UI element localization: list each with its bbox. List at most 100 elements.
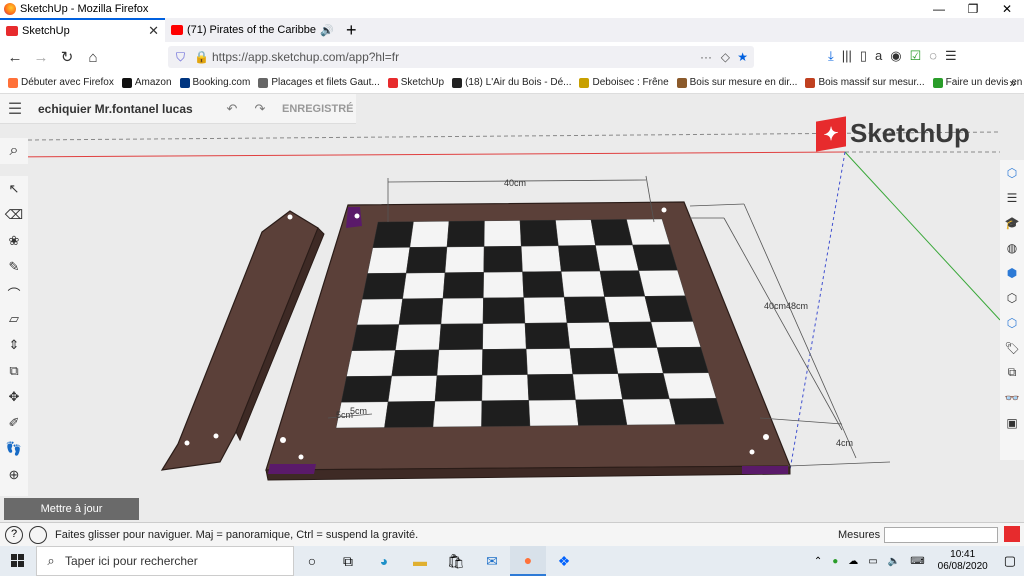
- paint-bucket-tool-icon[interactable]: ❀: [0, 228, 28, 254]
- rectangle-tool-icon[interactable]: ▱: [0, 306, 28, 332]
- dark-square[interactable]: [524, 322, 571, 350]
- outliner-icon[interactable]: ⧉: [1000, 360, 1024, 385]
- menu-icon[interactable]: ☰: [945, 48, 957, 64]
- light-square[interactable]: [638, 270, 686, 297]
- windows-start-icon[interactable]: [0, 554, 36, 568]
- clock[interactable]: 10:41 06/08/2020: [938, 549, 988, 573]
- close-window-button[interactable]: ✕: [990, 0, 1024, 18]
- dark-square[interactable]: [438, 323, 484, 351]
- select-tool-icon[interactable]: ↖: [0, 176, 28, 202]
- page-actions-icon[interactable]: ···: [700, 50, 712, 64]
- pocket-icon[interactable]: ◇: [721, 50, 730, 64]
- model-title[interactable]: echiquier Mr.fontanel lucas: [38, 102, 218, 116]
- light-square[interactable]: [626, 218, 671, 246]
- forward-button[interactable]: →: [28, 49, 54, 66]
- speaker-icon[interactable]: 🔊: [320, 24, 334, 37]
- mail-icon[interactable]: ✉: [474, 546, 510, 576]
- amazon-extension-icon[interactable]: a: [875, 48, 882, 64]
- tray-chevron-icon[interactable]: ⌃: [814, 556, 822, 567]
- redo-icon[interactable]: ↷: [246, 101, 274, 117]
- light-square[interactable]: [613, 347, 664, 374]
- bookmark-item[interactable]: (18) L'Air du Bois - Dé...: [452, 77, 571, 88]
- light-square[interactable]: [483, 220, 522, 247]
- light-square[interactable]: [572, 373, 623, 401]
- light-square[interactable]: [523, 296, 568, 324]
- light-square[interactable]: [521, 245, 562, 273]
- dark-square[interactable]: [569, 347, 619, 375]
- components-icon[interactable]: 🎓: [1000, 210, 1024, 235]
- materials-icon[interactable]: ◍: [1000, 235, 1024, 260]
- light-square[interactable]: [622, 398, 676, 426]
- entity-info-icon[interactable]: ⬡: [1000, 160, 1024, 185]
- move-tool-icon[interactable]: ✥: [0, 384, 28, 410]
- dark-square[interactable]: [527, 373, 576, 401]
- tray-app-icon[interactable]: ●: [832, 556, 838, 567]
- light-square[interactable]: [356, 298, 403, 326]
- measures-input[interactable]: [884, 527, 998, 543]
- download-icon[interactable]: ⤓: [828, 48, 834, 64]
- dark-square[interactable]: [341, 375, 392, 403]
- line-tool-icon[interactable]: ✎: [0, 254, 28, 280]
- light-square[interactable]: [604, 296, 652, 323]
- solid-inspector-icon[interactable]: ▣: [1000, 410, 1024, 435]
- 3d-viewport[interactable]: 40cm 40cm48cm 4cm 5cm 5cm: [0, 94, 1024, 522]
- url-text[interactable]: https://app.sketchup.com/app?hl=fr: [212, 50, 399, 64]
- light-square[interactable]: [481, 374, 529, 401]
- firefox-taskbar-icon[interactable]: ●: [510, 546, 546, 576]
- dark-square[interactable]: [558, 245, 601, 272]
- sidebar-icon[interactable]: ▯: [860, 48, 867, 64]
- dark-square[interactable]: [617, 373, 670, 400]
- dark-square[interactable]: [669, 398, 725, 425]
- light-square[interactable]: [346, 350, 396, 377]
- dark-square[interactable]: [351, 324, 400, 351]
- minimize-button[interactable]: —: [922, 0, 956, 18]
- light-square[interactable]: [526, 348, 573, 375]
- light-square[interactable]: [432, 400, 483, 428]
- light-square[interactable]: [387, 375, 438, 402]
- light-square[interactable]: [528, 399, 579, 427]
- dark-square[interactable]: [522, 271, 565, 298]
- tags-icon[interactable]: 🏷: [1000, 335, 1024, 360]
- bookmark-item[interactable]: SketchUp: [387, 77, 444, 88]
- volume-icon[interactable]: 🔈: [888, 556, 900, 567]
- file-explorer-icon[interactable]: ▬: [402, 546, 438, 576]
- maximize-button[interactable]: ❐: [956, 0, 990, 18]
- eraser-tool-icon[interactable]: ⌫: [0, 202, 28, 228]
- light-square[interactable]: [482, 323, 527, 350]
- push-pull-tool-icon[interactable]: ⇕: [0, 332, 28, 358]
- offset-tool-icon[interactable]: ⧉: [0, 358, 28, 384]
- cortana-icon[interactable]: ○: [294, 546, 330, 576]
- dark-square[interactable]: [632, 244, 678, 271]
- dark-square[interactable]: [575, 399, 628, 426]
- orbit-tool-icon[interactable]: ⊕: [0, 462, 28, 488]
- dark-square[interactable]: [644, 295, 694, 323]
- bookmark-item[interactable]: Débuter avec Firefox: [8, 77, 114, 88]
- light-square[interactable]: [566, 322, 614, 349]
- light-square[interactable]: [595, 244, 640, 272]
- dark-square[interactable]: [434, 374, 483, 402]
- light-square[interactable]: [402, 272, 446, 300]
- dark-square[interactable]: [446, 220, 485, 248]
- light-square[interactable]: [662, 372, 717, 400]
- walk-tool-icon[interactable]: 👣: [0, 436, 28, 462]
- light-square[interactable]: [555, 219, 596, 246]
- light-square[interactable]: [444, 246, 485, 273]
- extension-icon[interactable]: ◌: [929, 48, 937, 64]
- bookmark-item[interactable]: Booking.com: [179, 77, 250, 88]
- dark-square[interactable]: [599, 270, 646, 297]
- check-extension-icon[interactable]: ☑: [910, 48, 922, 64]
- views-icon[interactable]: ⬡: [1000, 285, 1024, 310]
- bookmark-item[interactable]: Deboisec : Frêne: [579, 77, 669, 88]
- light-square[interactable]: [561, 270, 605, 298]
- scenes-icon[interactable]: ⬡: [1000, 310, 1024, 335]
- light-square[interactable]: [436, 349, 483, 376]
- bookmark-item[interactable]: Bois massif sur mesur...: [805, 77, 925, 88]
- dropbox-icon[interactable]: ❖: [546, 546, 582, 576]
- dark-square[interactable]: [482, 348, 528, 376]
- taskbar-search[interactable]: ⌕ Taper ici pour rechercher: [36, 546, 294, 576]
- update-button[interactable]: Mettre à jour: [4, 498, 139, 520]
- dark-square[interactable]: [406, 246, 448, 274]
- dark-square[interactable]: [442, 272, 484, 299]
- bookmark-item[interactable]: Placages et filets Gaut...: [258, 77, 380, 88]
- globe-icon[interactable]: [29, 525, 47, 544]
